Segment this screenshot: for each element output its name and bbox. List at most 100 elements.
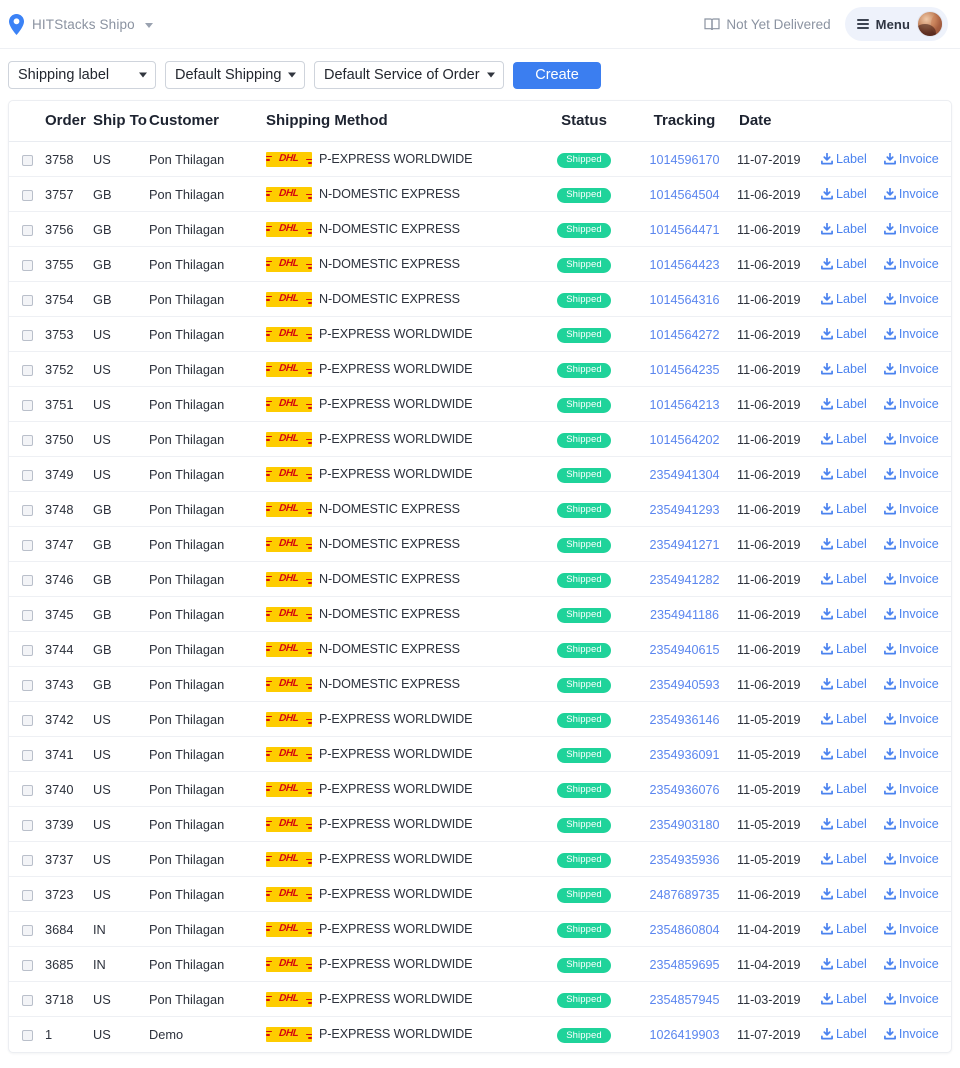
download-invoice-link[interactable]: Invoice [883, 782, 939, 796]
download-invoice-link[interactable]: Invoice [883, 257, 939, 271]
row-checkbox[interactable] [22, 224, 33, 236]
tracking-cell[interactable]: 2354940593 [630, 666, 735, 702]
tracking-cell[interactable]: 2354941304 [630, 456, 735, 492]
tracking-link[interactable]: 1014564202 [649, 433, 719, 447]
download-invoice-link[interactable]: Invoice [883, 152, 939, 166]
tracking-cell[interactable]: 2354936146 [630, 701, 735, 737]
download-invoice-link[interactable]: Invoice [883, 327, 939, 341]
table-row[interactable]: 3748 GB Pon Thilagan DHL N-DOMESTIC EXPRESS S… [9, 491, 951, 527]
download-label-link[interactable]: Label [821, 222, 867, 236]
avatar[interactable] [917, 11, 943, 37]
tracking-cell[interactable]: 2354936076 [630, 771, 735, 807]
table-row[interactable]: 3743 GB Pon Thilagan DHL N-DOMESTIC EXPRESS S… [9, 666, 951, 702]
row-checkbox[interactable] [22, 364, 33, 376]
tracking-cell[interactable]: 1014564202 [630, 421, 735, 457]
table-row[interactable]: 3753 US Pon Thilagan DHL P-EXPRESS WORLDWIDE… [9, 316, 951, 352]
download-label-link[interactable]: Label [821, 467, 867, 481]
download-invoice-link[interactable]: Invoice [883, 607, 939, 621]
download-invoice-link[interactable]: Invoice [883, 187, 939, 201]
row-select-cell[interactable] [9, 281, 39, 317]
download-label-link[interactable]: Label [821, 642, 867, 656]
download-label-link[interactable]: Label [821, 607, 867, 621]
tracking-link[interactable]: 2354941304 [649, 468, 719, 482]
row-checkbox[interactable] [22, 189, 33, 201]
download-label-link[interactable]: Label [821, 572, 867, 586]
tracking-link[interactable]: 2354941186 [650, 608, 719, 622]
tracking-link[interactable]: 2354936076 [649, 783, 719, 797]
download-label-link[interactable]: Label [821, 187, 867, 201]
download-invoice-link[interactable]: Invoice [883, 887, 939, 901]
download-label-link[interactable]: Label [821, 537, 867, 551]
tracking-cell[interactable]: 1014596170 [630, 141, 735, 177]
download-invoice-link[interactable]: Invoice [883, 677, 939, 691]
row-checkbox[interactable] [22, 539, 33, 551]
tracking-cell[interactable]: 2354860804 [630, 911, 735, 947]
download-invoice-link[interactable]: Invoice [883, 992, 939, 1006]
row-select-cell[interactable] [9, 176, 39, 212]
row-select-cell[interactable] [9, 491, 39, 527]
download-invoice-link[interactable]: Invoice [883, 292, 939, 306]
tracking-link[interactable]: 1014564423 [649, 258, 719, 272]
download-invoice-link[interactable]: Invoice [883, 362, 939, 376]
row-select-cell[interactable] [9, 841, 39, 877]
row-select-cell[interactable] [9, 631, 39, 667]
tracking-link[interactable]: 1014564504 [649, 188, 719, 202]
row-checkbox[interactable] [22, 784, 33, 796]
tracking-link[interactable]: 2354940615 [649, 643, 719, 657]
table-row[interactable]: 3740 US Pon Thilagan DHL P-EXPRESS WORLDWIDE… [9, 771, 951, 807]
tracking-cell[interactable]: 2354941282 [630, 561, 735, 597]
tracking-cell[interactable]: 1026419903 [630, 1017, 735, 1052]
download-label-link[interactable]: Label [821, 992, 867, 1006]
row-checkbox[interactable] [22, 329, 33, 341]
table-row[interactable]: 3755 GB Pon Thilagan DHL N-DOMESTIC EXPRESS S… [9, 246, 951, 282]
tracking-cell[interactable]: 2354936091 [630, 736, 735, 772]
row-checkbox[interactable] [22, 924, 33, 936]
download-label-link[interactable]: Label [821, 292, 867, 306]
tracking-link[interactable]: 2354859695 [649, 958, 719, 972]
shipping-select[interactable]: Default Shipping [165, 61, 305, 89]
tracking-cell[interactable]: 1014564272 [630, 316, 735, 352]
tracking-cell[interactable]: 1014564213 [630, 386, 735, 422]
download-invoice-link[interactable]: Invoice [883, 222, 939, 236]
tracking-link[interactable]: 2354936091 [649, 748, 719, 762]
download-invoice-link[interactable]: Invoice [883, 747, 939, 761]
download-label-link[interactable]: Label [821, 887, 867, 901]
row-checkbox[interactable] [22, 854, 33, 866]
tracking-link[interactable]: 2354940593 [649, 678, 719, 692]
tracking-link[interactable]: 2354903180 [649, 818, 719, 832]
download-label-link[interactable]: Label [821, 677, 867, 691]
table-row[interactable]: 3744 GB Pon Thilagan DHL N-DOMESTIC EXPRESS S… [9, 631, 951, 667]
download-label-link[interactable]: Label [821, 362, 867, 376]
row-select-cell[interactable] [9, 946, 39, 982]
table-row[interactable]: 1 US Demo DHL P-EXPRESS WORLDWIDE Shipped 1026… [9, 1017, 951, 1052]
tracking-cell[interactable]: 1014564504 [630, 176, 735, 212]
row-checkbox[interactable] [22, 679, 33, 691]
row-select-cell[interactable] [9, 771, 39, 807]
tracking-link[interactable]: 2354941282 [649, 573, 719, 587]
tracking-link[interactable]: 1014564316 [649, 293, 719, 307]
download-label-link[interactable]: Label [821, 747, 867, 761]
table-row[interactable]: 3742 US Pon Thilagan DHL P-EXPRESS WORLDWIDE… [9, 701, 951, 737]
table-row[interactable]: 3741 US Pon Thilagan DHL P-EXPRESS WORLDWIDE… [9, 736, 951, 772]
row-checkbox[interactable] [22, 434, 33, 446]
row-checkbox[interactable] [22, 819, 33, 831]
download-invoice-link[interactable]: Invoice [883, 957, 939, 971]
row-select-cell[interactable] [9, 701, 39, 737]
tracking-cell[interactable]: 2354941186 [630, 596, 735, 632]
download-invoice-link[interactable]: Invoice [883, 502, 939, 516]
table-row[interactable]: 3756 GB Pon Thilagan DHL N-DOMESTIC EXPRESS S… [9, 211, 951, 247]
row-select-cell[interactable] [9, 1017, 39, 1052]
row-select-cell[interactable] [9, 596, 39, 632]
row-checkbox[interactable] [22, 889, 33, 901]
download-label-link[interactable]: Label [821, 1027, 867, 1041]
row-checkbox[interactable] [22, 574, 33, 586]
row-select-cell[interactable] [9, 211, 39, 247]
download-invoice-link[interactable]: Invoice [883, 1027, 939, 1041]
download-label-link[interactable]: Label [821, 782, 867, 796]
row-checkbox[interactable] [22, 959, 33, 971]
download-label-link[interactable]: Label [821, 712, 867, 726]
tracking-cell[interactable]: 2354941293 [630, 491, 735, 527]
row-select-cell[interactable] [9, 316, 39, 352]
table-row[interactable]: 3757 GB Pon Thilagan DHL N-DOMESTIC EXPRESS S… [9, 176, 951, 212]
table-row[interactable]: 3745 GB Pon Thilagan DHL N-DOMESTIC EXPRESS S… [9, 596, 951, 632]
